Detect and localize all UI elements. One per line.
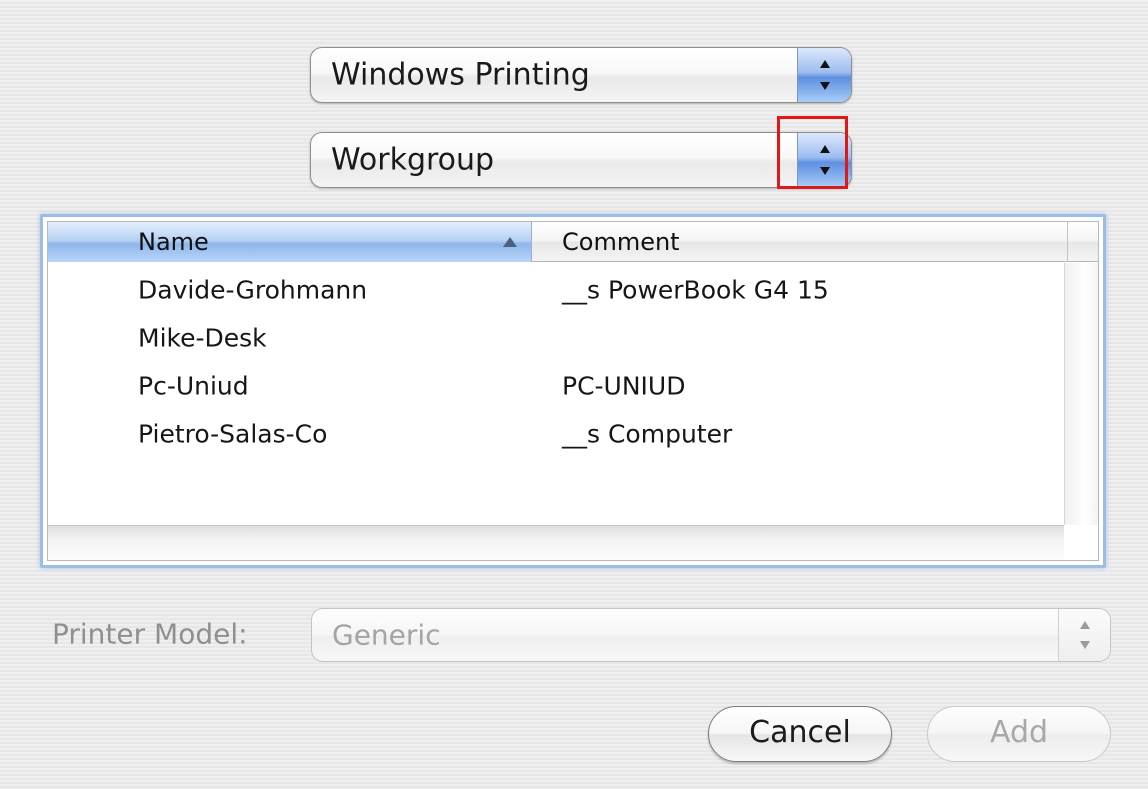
vertical-scrollbar[interactable] bbox=[1064, 263, 1098, 525]
sort-ascending-icon bbox=[503, 237, 517, 247]
row-comment: PC-UNIUD bbox=[562, 371, 686, 401]
highlight-box bbox=[777, 116, 848, 189]
workgroup-popup[interactable]: Workgroup bbox=[310, 132, 852, 188]
add-button: Add bbox=[927, 706, 1111, 762]
table-row[interactable]: Davide-Grohmann __s PowerBook G4 15 bbox=[48, 267, 1064, 313]
column-header-comment-label: Comment bbox=[562, 228, 680, 256]
column-header-name[interactable]: Name bbox=[48, 222, 532, 262]
table-row[interactable]: Mike-Desk bbox=[48, 315, 1064, 361]
printer-list-inner: Name Comment Davide-Grohmann __s PowerBo… bbox=[47, 221, 1099, 561]
list-header: Name Comment bbox=[48, 222, 1098, 262]
column-header-comment[interactable]: Comment bbox=[532, 222, 1068, 262]
printer-model-value: Generic bbox=[332, 618, 441, 652]
arrow-down-icon bbox=[819, 82, 830, 90]
row-name: Pietro-Salas-Co bbox=[138, 419, 328, 449]
row-comment: __s Computer bbox=[562, 419, 733, 449]
row-comment: __s PowerBook G4 15 bbox=[562, 275, 829, 305]
printer-service-value: Windows Printing bbox=[331, 57, 590, 93]
printer-service-popup[interactable]: Windows Printing bbox=[310, 47, 852, 103]
row-name: Pc-Uniud bbox=[138, 371, 249, 401]
table-row[interactable]: Pietro-Salas-Co __s Computer bbox=[48, 411, 1064, 457]
horizontal-scrollbar[interactable] bbox=[48, 525, 1064, 560]
arrow-up-icon bbox=[1079, 621, 1090, 629]
row-name: Davide-Grohmann bbox=[138, 275, 368, 305]
printer-model-label: Printer Model: bbox=[52, 617, 248, 651]
row-name: Mike-Desk bbox=[138, 323, 267, 353]
column-header-filler bbox=[1068, 222, 1098, 262]
table-row[interactable]: Pc-Uniud PC-UNIUD bbox=[48, 363, 1064, 409]
workgroup-value: Workgroup bbox=[331, 142, 495, 178]
printer-model-popup: Generic bbox=[311, 608, 1111, 662]
up-down-arrows-icon[interactable] bbox=[797, 48, 851, 102]
arrow-up-icon bbox=[819, 60, 830, 68]
list-rows: Davide-Grohmann __s PowerBook G4 15 Mike… bbox=[48, 263, 1064, 525]
cancel-button[interactable]: Cancel bbox=[708, 706, 892, 762]
up-down-arrows-icon bbox=[1058, 609, 1110, 661]
printer-list[interactable]: Name Comment Davide-Grohmann __s PowerBo… bbox=[40, 214, 1106, 568]
arrow-down-icon bbox=[1079, 641, 1090, 649]
column-header-name-label: Name bbox=[138, 228, 209, 256]
